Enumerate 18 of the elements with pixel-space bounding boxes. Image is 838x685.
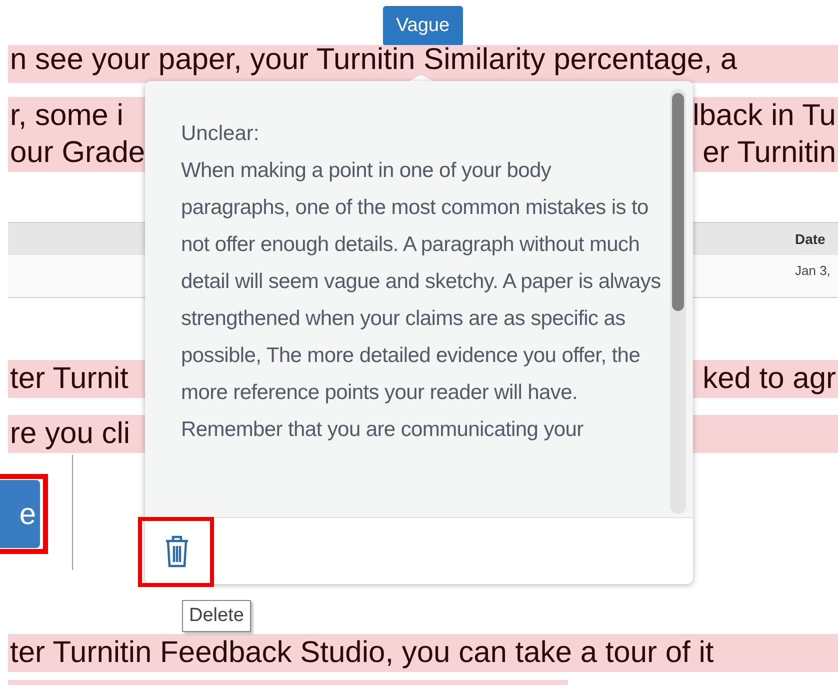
tag-button[interactable]: Vague (383, 6, 463, 46)
side-button[interactable]: e (0, 480, 40, 548)
text-fragment: ked to agr (702, 361, 836, 397)
text-fragment: ter Turnit (10, 361, 128, 397)
table-cell-text: Jan 3, (795, 262, 830, 280)
comment-title: Unclear: (181, 121, 260, 147)
text-fragment: n see your paper, your Turnitin Similarity percentage, a (10, 45, 738, 74)
scrollbar-thumb[interactable] (672, 93, 684, 311)
trash-icon (164, 534, 190, 568)
delete-tooltip: Delete (182, 600, 251, 632)
text-fragment: our Grade (10, 135, 146, 171)
text-fragment: r, some i (10, 98, 124, 134)
column-header: Date (795, 230, 826, 249)
text-fragment: er Turnitin (702, 135, 836, 171)
text-fragment: lback in Tu (692, 98, 836, 134)
comment-text: When making a point in one of your body paragraphs, one of the most common mistakes is to not offer enough details. A paragraph without much detail will seem vague and sketchy. A paper is always strengthened when your claims are as specific as possible, The more detailed evidence you offer, the more reference points your reader will have. Remember that you are communicating your (181, 158, 661, 443)
text-fragment: ter Turnitin Feedback Studio, you can take a tour of it (10, 635, 714, 671)
text-fragment: re you cli (10, 416, 130, 452)
